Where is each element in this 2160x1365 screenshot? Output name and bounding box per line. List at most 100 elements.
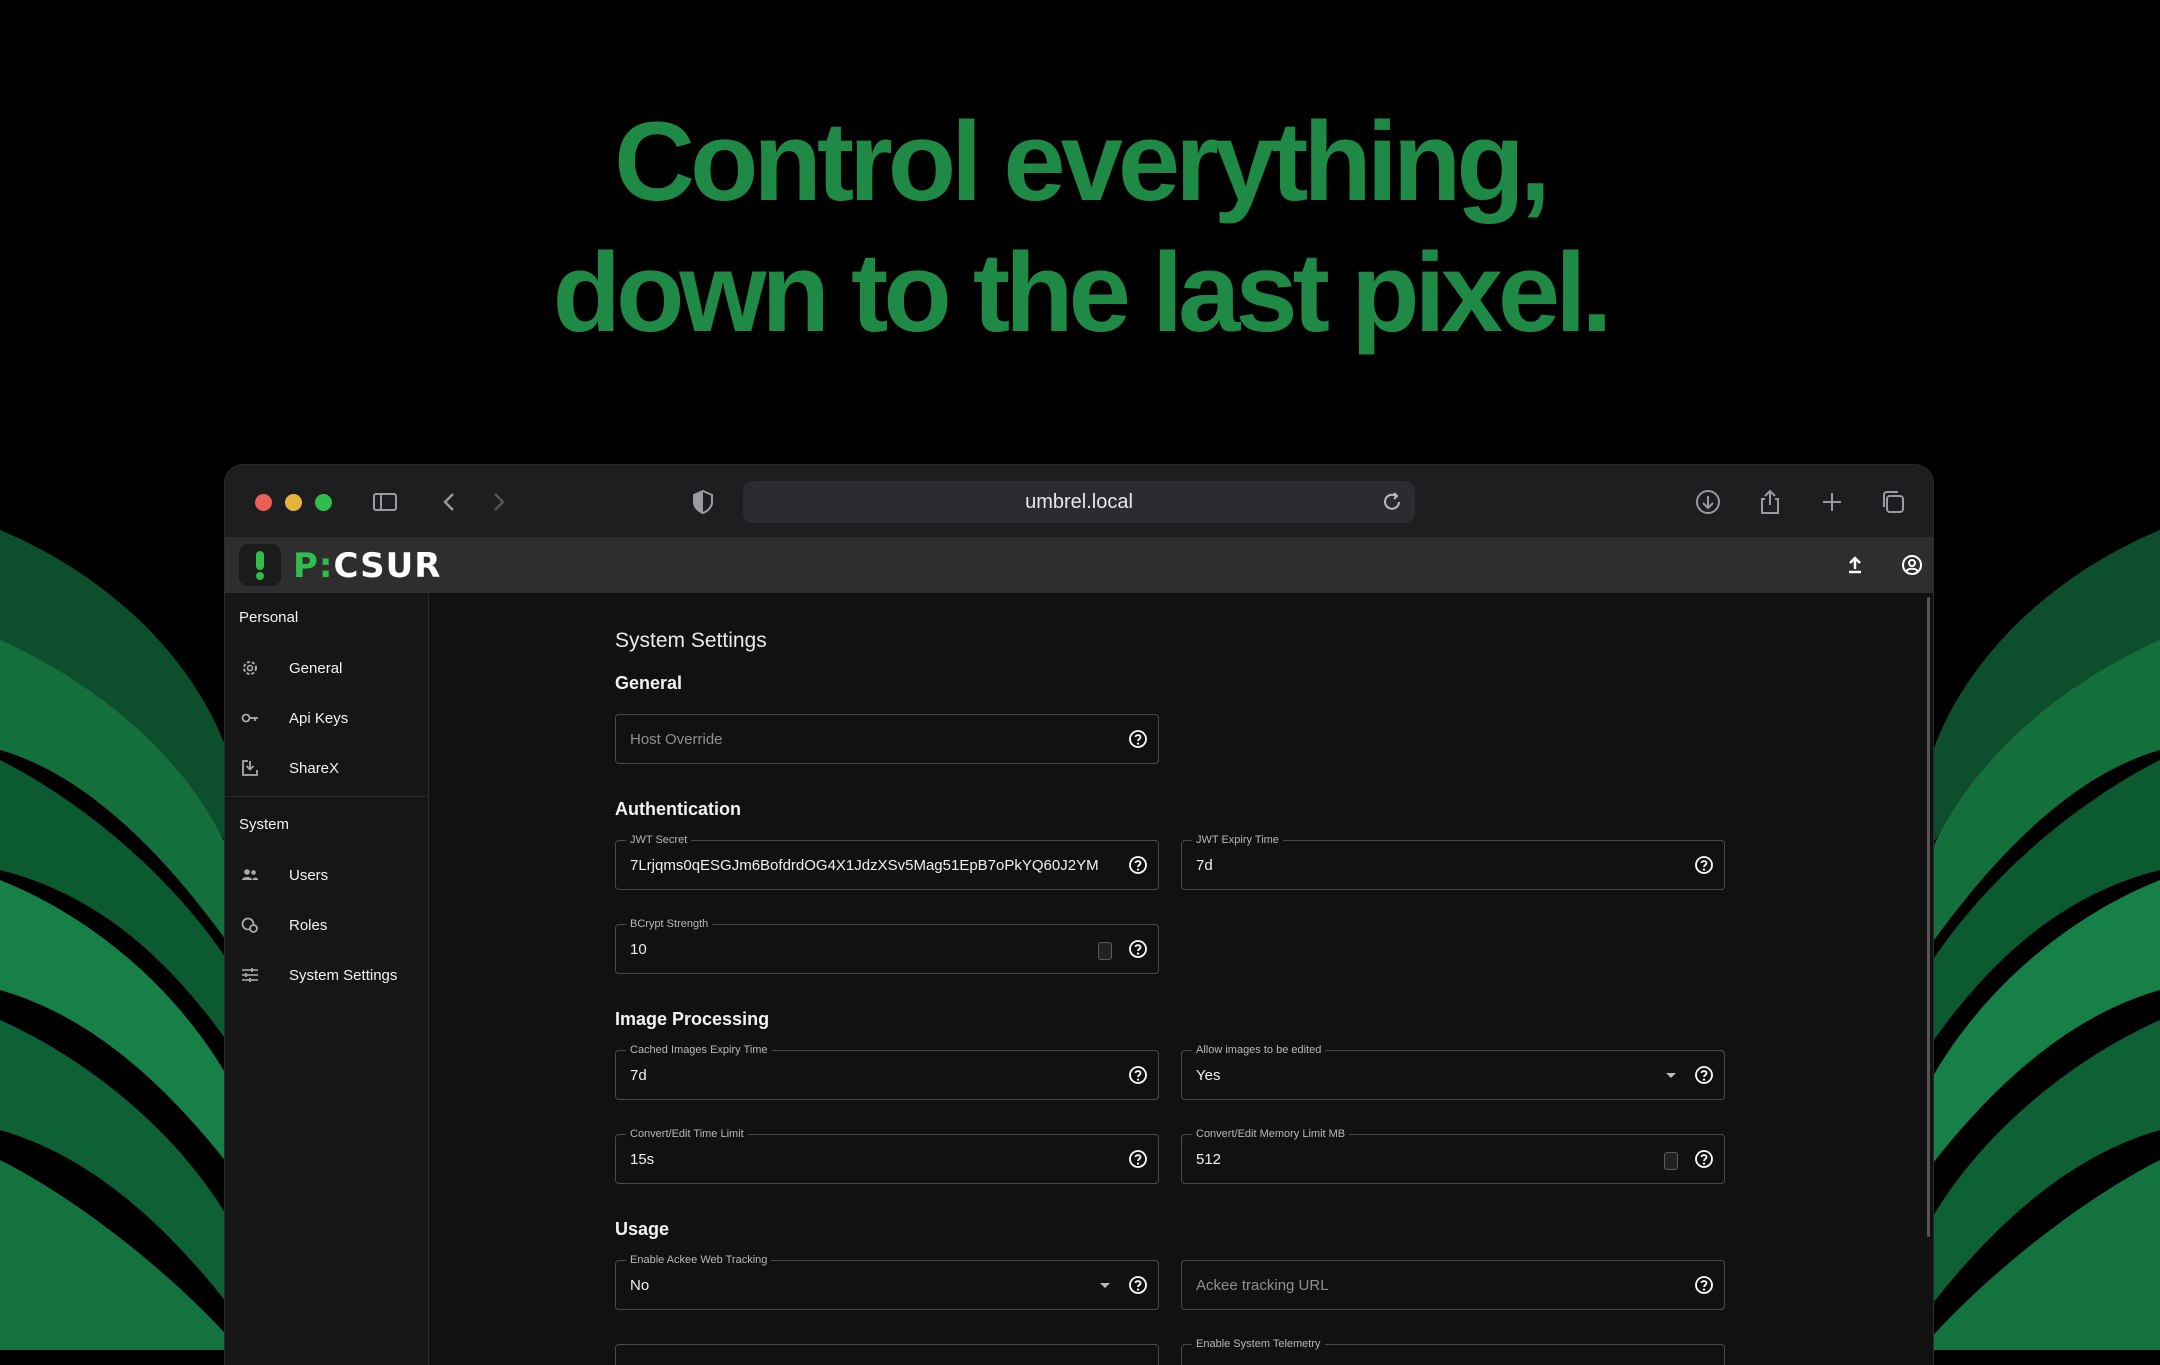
section-title-authentication: Authentication xyxy=(615,799,741,819)
app-header: P:CSUR xyxy=(225,537,1933,594)
help-icon[interactable] xyxy=(1694,1275,1714,1295)
ackee-url-field[interactable]: Ackee tracking URL xyxy=(1181,1260,1725,1310)
account-circle-icon[interactable] xyxy=(1899,552,1925,578)
logo-mark: P: xyxy=(293,546,334,586)
upload-icon[interactable] xyxy=(1842,552,1868,578)
telemetry-label: Enable System Telemetry xyxy=(1192,1337,1325,1351)
browser-toolbar: umbrel.local xyxy=(225,465,1933,538)
logo-wordmark[interactable]: P:CSUR xyxy=(293,546,441,586)
allow-edit-value: Yes xyxy=(1196,1067,1221,1084)
leaves-right-decoration xyxy=(1920,500,2160,1350)
forward-icon[interactable] xyxy=(483,487,513,517)
jwt-expiry-field[interactable]: JWT Expiry Time 7d xyxy=(1181,833,1725,890)
sidebar-item-label: Roles xyxy=(289,916,328,934)
host-override-placeholder: Host Override xyxy=(630,731,723,748)
close-window-button[interactable] xyxy=(255,494,272,511)
jwt-secret-label: JWT Secret xyxy=(626,833,692,847)
sidebar-item-roles[interactable]: Roles xyxy=(225,900,428,950)
tab-overview-icon[interactable] xyxy=(1878,487,1908,517)
download-box-icon xyxy=(239,757,261,779)
allow-edit-label: Allow images to be edited xyxy=(1192,1043,1326,1057)
bcrypt-strength-label: BCrypt Strength xyxy=(626,917,713,931)
gear-icon xyxy=(239,657,261,679)
sidebar-header-system: System xyxy=(239,816,290,833)
jwt-expiry-value: 7d xyxy=(1196,857,1213,874)
page-title: System Settings xyxy=(615,629,767,652)
convert-memory-value: 512 xyxy=(1196,1151,1222,1168)
convert-time-value: 15s xyxy=(630,1151,655,1168)
minimize-window-button[interactable] xyxy=(285,494,302,511)
logo-icon[interactable] xyxy=(239,544,281,586)
sidebar-divider xyxy=(225,796,428,797)
next-field-partial[interactable] xyxy=(615,1344,1159,1365)
ackee-tracking-label: Enable Ackee Web Tracking xyxy=(626,1253,772,1267)
bcrypt-strength-field[interactable]: BCrypt Strength 10 xyxy=(615,917,1159,974)
sidebar-header-personal: Personal xyxy=(239,609,299,626)
roles-icon xyxy=(239,914,261,936)
reload-icon[interactable] xyxy=(1379,489,1405,515)
section-title-general: General xyxy=(615,673,683,693)
host-override-field[interactable]: Host Override xyxy=(615,714,1159,764)
ackee-tracking-value: No xyxy=(630,1277,650,1294)
share-icon[interactable] xyxy=(1755,487,1785,517)
ackee-tracking-select[interactable]: Enable Ackee Web Tracking No xyxy=(615,1253,1159,1310)
section-title-usage: Usage xyxy=(615,1219,670,1239)
telemetry-select[interactable]: Enable System Telemetry xyxy=(1181,1337,1725,1365)
downloads-icon[interactable] xyxy=(1693,487,1723,517)
sidebar-item-users[interactable]: Users xyxy=(225,850,428,900)
sidebar-item-sharex[interactable]: ShareX xyxy=(225,743,428,793)
sidebar-toggle-icon[interactable] xyxy=(370,487,400,517)
jwt-secret-value: 7Lrjqms0qESGJm6BofdrdOG4X1JdzXSv5Mag51Ep… xyxy=(630,857,1098,874)
dropdown-caret-icon xyxy=(1666,1073,1676,1078)
sidebar-item-label: ShareX xyxy=(289,759,340,777)
sidebar-item-api-keys[interactable]: Api Keys xyxy=(225,693,428,743)
url-text: umbrel.local xyxy=(1025,490,1133,513)
help-icon[interactable] xyxy=(1128,1065,1148,1085)
sidebar-item-label: Users xyxy=(289,866,329,884)
headline-line-1: Control everything, xyxy=(614,99,1551,224)
leaves-left-decoration xyxy=(0,500,240,1350)
convert-time-field[interactable]: Convert/Edit Time Limit 15s xyxy=(615,1127,1159,1184)
number-stepper[interactable] xyxy=(1098,942,1112,960)
new-tab-icon[interactable] xyxy=(1817,487,1847,517)
vertical-scrollbar[interactable] xyxy=(1927,597,1930,1237)
sidebar-item-label: General xyxy=(289,659,343,677)
help-icon[interactable] xyxy=(1128,729,1148,749)
jwt-expiry-label: JWT Expiry Time xyxy=(1192,833,1283,847)
dropdown-caret-icon xyxy=(1100,1283,1110,1288)
help-icon[interactable] xyxy=(1694,1065,1714,1085)
cached-expiry-value: 7d xyxy=(630,1067,647,1084)
sidebar-item-general[interactable]: General xyxy=(225,643,428,693)
help-icon[interactable] xyxy=(1694,1149,1714,1169)
sidebar-item-label: System Settings xyxy=(289,966,398,984)
help-icon[interactable] xyxy=(1694,855,1714,875)
help-icon[interactable] xyxy=(1128,855,1148,875)
address-bar[interactable]: umbrel.local xyxy=(743,481,1415,523)
number-stepper[interactable] xyxy=(1664,1152,1678,1170)
browser-window: umbrel.local P:CSUR Personal General Api… xyxy=(225,465,1933,1365)
logo-text: CSUR xyxy=(333,546,442,586)
help-icon[interactable] xyxy=(1128,1275,1148,1295)
section-title-image-processing: Image Processing xyxy=(615,1009,770,1029)
convert-memory-label: Convert/Edit Memory Limit MB xyxy=(1192,1127,1350,1141)
privacy-shield-icon[interactable] xyxy=(688,487,718,517)
settings-main: System Settings General Host Override Au… xyxy=(429,593,1933,1365)
back-icon[interactable] xyxy=(435,487,465,517)
sidebar-item-label: Api Keys xyxy=(289,709,349,727)
key-icon xyxy=(239,707,261,729)
allow-edit-select[interactable]: Allow images to be edited Yes xyxy=(1181,1043,1725,1100)
hero-headline: Control everything, down to the last pix… xyxy=(0,96,2160,358)
cached-expiry-field[interactable]: Cached Images Expiry Time 7d xyxy=(615,1043,1159,1100)
sidebar-item-system-settings[interactable]: System Settings xyxy=(225,950,428,1000)
sliders-icon xyxy=(239,964,261,986)
help-icon[interactable] xyxy=(1128,1149,1148,1169)
settings-sidebar: Personal General Api Keys ShareX System … xyxy=(225,593,429,1365)
convert-memory-field[interactable]: Convert/Edit Memory Limit MB 512 xyxy=(1181,1127,1725,1184)
headline-line-2: down to the last pixel. xyxy=(552,230,1613,355)
convert-time-label: Convert/Edit Time Limit xyxy=(626,1127,748,1141)
help-icon[interactable] xyxy=(1128,939,1148,959)
cached-expiry-label: Cached Images Expiry Time xyxy=(626,1043,772,1057)
zoom-window-button[interactable] xyxy=(315,494,332,511)
ackee-url-placeholder: Ackee tracking URL xyxy=(1196,1277,1329,1294)
jwt-secret-field[interactable]: JWT Secret 7Lrjqms0qESGJm6BofdrdOG4X1Jdz… xyxy=(615,833,1159,890)
